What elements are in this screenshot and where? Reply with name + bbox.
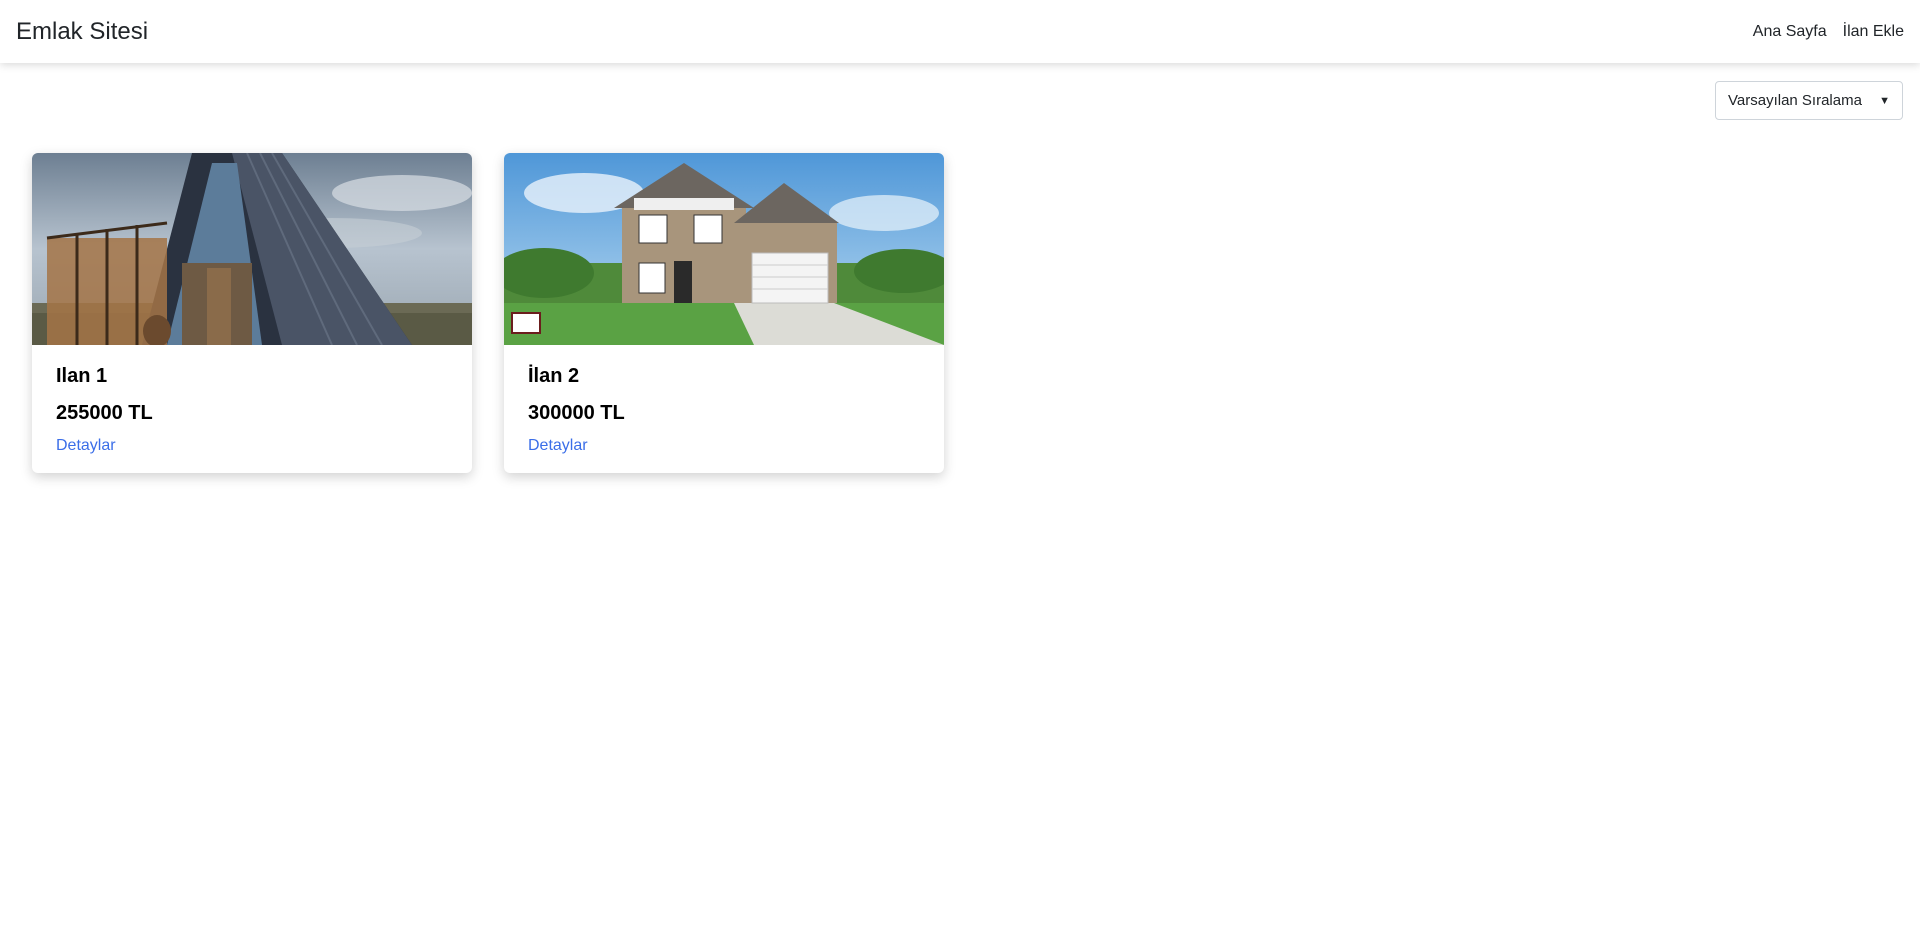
listing-title: İlan 2 (528, 365, 580, 387)
site-brand[interactable]: Emlak Sitesi (16, 18, 148, 46)
listing-price: 255000 TL (56, 402, 153, 424)
navbar: Emlak Sitesi Ana Sayfa İlan Ekle (0, 0, 1920, 63)
card-body: Ilan 1 255000 TL Detaylar (32, 345, 472, 473)
listing-title: Ilan 1 (56, 365, 108, 387)
nav-link-home[interactable]: Ana Sayfa (1753, 23, 1827, 41)
listing-grid: Ilan 1 255000 TL Detaylar İlan 2 300000 … (32, 153, 944, 473)
details-link[interactable]: Detaylar (56, 437, 116, 454)
listing-price: 300000 TL (528, 402, 625, 424)
card-body: İlan 2 300000 TL Detaylar (504, 345, 944, 473)
nav-links: Ana Sayfa İlan Ekle (1753, 23, 1904, 41)
two-story-house-photo (504, 153, 944, 345)
details-link[interactable]: Detaylar (528, 437, 588, 454)
listing-card: İlan 2 300000 TL Detaylar (504, 153, 944, 473)
sort-selected-value: Varsayılan Sıralama (1728, 92, 1862, 109)
a-frame-cabin-photo (32, 153, 472, 345)
sort-container: Varsayılan Sıralama ▼ (1715, 81, 1903, 120)
sort-select[interactable]: Varsayılan Sıralama ▼ (1715, 81, 1903, 120)
listing-card: Ilan 1 255000 TL Detaylar (32, 153, 472, 473)
chevron-down-icon: ▼ (1879, 94, 1890, 107)
nav-link-add-listing[interactable]: İlan Ekle (1843, 23, 1904, 41)
